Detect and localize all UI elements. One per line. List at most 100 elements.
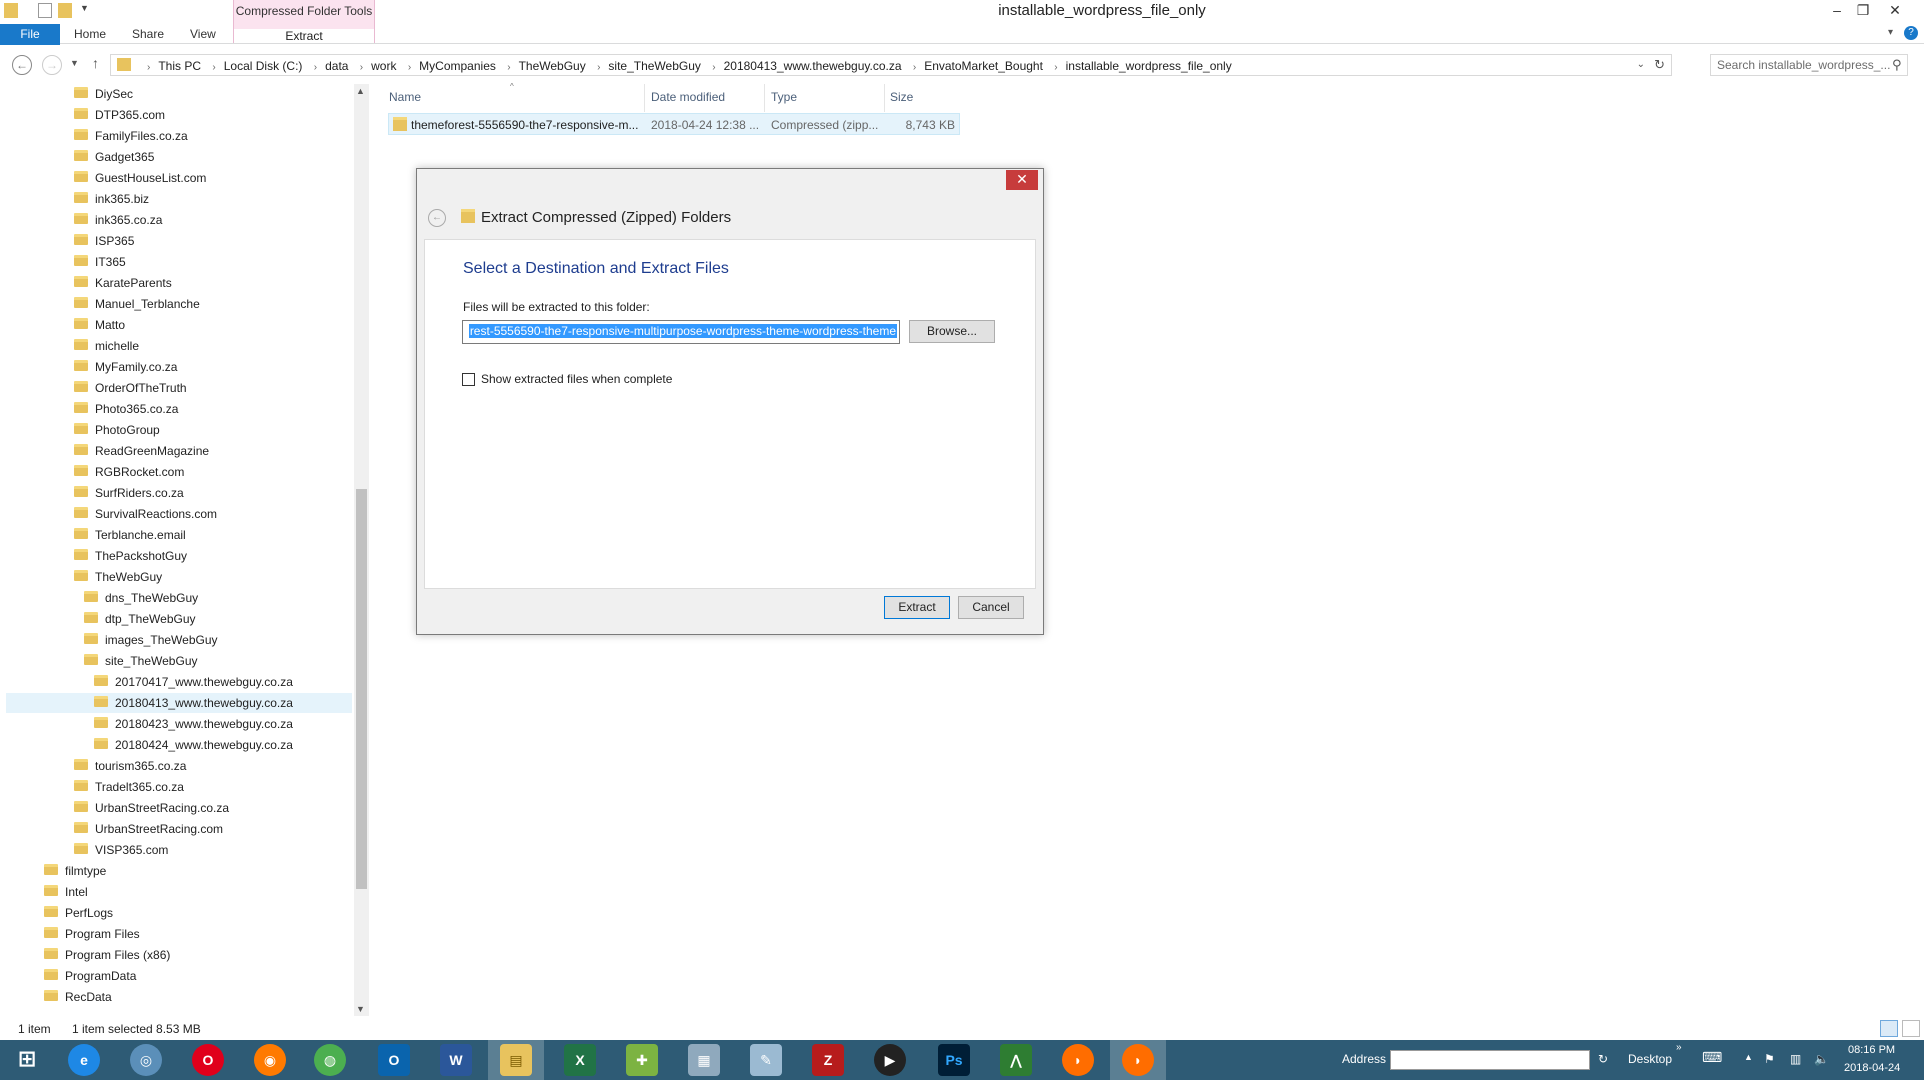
tree-item[interactable]: ink365.biz bbox=[74, 189, 354, 209]
address-bar[interactable]: › This PC › Local Disk (C:) › data › work › M… bbox=[110, 54, 1672, 76]
chrome-icon[interactable]: ◍ bbox=[314, 1044, 346, 1076]
tree-item[interactable]: VISP365.com bbox=[74, 840, 354, 860]
tree-item[interactable]: Terblanche.email bbox=[74, 525, 354, 545]
clock-date[interactable]: 2018-04-24 bbox=[1844, 1062, 1900, 1074]
breadcrumb-item[interactable]: data bbox=[325, 59, 348, 73]
tree-item[interactable]: images_TheWebGuy bbox=[84, 630, 364, 650]
tree-item[interactable]: SurfRiders.co.za bbox=[74, 483, 354, 503]
column-header-size[interactable]: Size bbox=[890, 90, 913, 104]
tree-item[interactable]: 20170417_www.thewebguy.co.za bbox=[94, 672, 374, 692]
tree-item[interactable]: Intel bbox=[44, 882, 324, 902]
tree-item[interactable]: GuestHouseList.com bbox=[74, 168, 354, 188]
tree-item[interactable]: SurvivalReactions.com bbox=[74, 504, 354, 524]
breadcrumb-item[interactable]: MyCompanies bbox=[419, 59, 496, 73]
media-player-icon[interactable]: ▶ bbox=[874, 1044, 906, 1076]
address-dropdown-icon[interactable]: ⌄ bbox=[1637, 59, 1645, 70]
column-header-date-modified[interactable]: Date modified bbox=[651, 90, 725, 104]
calculator-icon[interactable]: ▦ bbox=[688, 1044, 720, 1076]
volume-icon[interactable]: 🔈 bbox=[1814, 1052, 1829, 1066]
tree-item[interactable]: DTP365.com bbox=[74, 105, 354, 125]
app-icon[interactable]: ◗ bbox=[1062, 1044, 1094, 1076]
scrollbar-thumb[interactable] bbox=[356, 489, 367, 889]
breadcrumb-item[interactable]: EnvatoMarket_Bought bbox=[924, 59, 1043, 73]
breadcrumb-item[interactable]: installable_wordpress_file_only bbox=[1066, 59, 1232, 73]
app-icon[interactable]: ◗ bbox=[1122, 1044, 1154, 1076]
up-icon[interactable]: ↑ bbox=[92, 55, 99, 71]
outlook-icon[interactable]: O bbox=[378, 1044, 410, 1076]
show-hidden-icons-icon[interactable]: ▲ bbox=[1744, 1052, 1753, 1062]
tree-item[interactable]: Matto bbox=[74, 315, 354, 335]
tree-item[interactable]: PhotoGroup bbox=[74, 420, 354, 440]
tab-file[interactable]: File bbox=[0, 24, 60, 45]
desktop-toolbar-label[interactable]: Desktop bbox=[1628, 1052, 1672, 1066]
tab-home[interactable]: Home bbox=[74, 27, 106, 41]
column-header-type[interactable]: Type bbox=[771, 90, 797, 104]
tree-item[interactable]: RecData bbox=[44, 987, 324, 1007]
tree-item[interactable]: OrderOfTheTruth bbox=[74, 378, 354, 398]
help-icon[interactable]: ? bbox=[1904, 26, 1918, 40]
back-icon[interactable]: ← bbox=[12, 55, 32, 75]
tree-item[interactable]: 20180424_www.thewebguy.co.za bbox=[94, 735, 374, 755]
show-files-checkbox[interactable] bbox=[462, 373, 475, 386]
tree-item[interactable]: filmtype bbox=[44, 861, 324, 881]
tree-item[interactable]: Gadget365 bbox=[74, 147, 354, 167]
tree-item[interactable]: 20180413_www.thewebguy.co.za bbox=[6, 693, 352, 713]
search-input[interactable]: Search installable_wordpress_... bbox=[1710, 54, 1908, 76]
navigation-scrollbar[interactable]: ▲ ▼ bbox=[354, 84, 369, 1016]
scroll-down-icon[interactable]: ▼ bbox=[356, 1004, 365, 1014]
tab-share[interactable]: Share bbox=[132, 27, 164, 41]
refresh-icon[interactable]: ↻ bbox=[1598, 1052, 1608, 1066]
browse-button[interactable]: Browse... bbox=[909, 320, 995, 343]
destination-input[interactable]: rest-5556590-the7-responsive-multipurpos… bbox=[462, 320, 900, 344]
breadcrumb-item[interactable]: work bbox=[371, 59, 396, 73]
network-icon[interactable]: ▥ bbox=[1790, 1052, 1801, 1066]
notepad-icon[interactable]: ✎ bbox=[750, 1044, 782, 1076]
tree-item[interactable]: ISP365 bbox=[74, 231, 354, 251]
tree-item[interactable]: Program Files bbox=[44, 924, 324, 944]
tree-item[interactable]: dns_TheWebGuy bbox=[84, 588, 364, 608]
breadcrumb-item[interactable]: This PC bbox=[158, 59, 201, 73]
windows-start-icon[interactable]: ⊞ bbox=[12, 1044, 42, 1076]
tree-item[interactable]: site_TheWebGuy bbox=[84, 651, 364, 671]
refresh-icon[interactable]: ↻ bbox=[1654, 57, 1665, 73]
file-row[interactable]: themeforest-5556590-the7-responsive-m...… bbox=[388, 113, 960, 135]
excel-icon[interactable]: X bbox=[564, 1044, 596, 1076]
tree-item[interactable]: IT365 bbox=[74, 252, 354, 272]
tree-item[interactable]: KarateParents bbox=[74, 273, 354, 293]
tree-item[interactable]: Photo365.co.za bbox=[74, 399, 354, 419]
tree-item[interactable]: Tradelt365.co.za bbox=[74, 777, 354, 797]
tree-item[interactable]: ProgramData bbox=[44, 966, 324, 986]
file-explorer-icon[interactable]: ▤ bbox=[500, 1044, 532, 1076]
tree-item[interactable]: FamilyFiles.co.za bbox=[74, 126, 354, 146]
back-icon[interactable]: ← bbox=[428, 209, 446, 227]
keyboard-icon[interactable]: ⌨ bbox=[1702, 1049, 1722, 1066]
large-icons-view-icon[interactable] bbox=[1902, 1020, 1920, 1037]
tab-view[interactable]: View bbox=[190, 27, 216, 41]
word-icon[interactable]: W bbox=[440, 1044, 472, 1076]
forward-icon[interactable]: → bbox=[42, 55, 62, 75]
internet-explorer-icon[interactable]: e bbox=[68, 1044, 100, 1076]
safari-icon[interactable]: ◎ bbox=[130, 1044, 162, 1076]
restore-button[interactable]: ❐ bbox=[1848, 2, 1878, 19]
breadcrumb-item[interactable]: 20180413_www.thewebguy.co.za bbox=[724, 59, 902, 73]
details-view-icon[interactable] bbox=[1880, 1020, 1898, 1037]
tree-item[interactable]: ThePackshotGuy bbox=[74, 546, 354, 566]
tree-item[interactable]: ReadGreenMagazine bbox=[74, 441, 354, 461]
tree-item[interactable]: michelle bbox=[74, 336, 354, 356]
tree-item[interactable]: UrbanStreetRacing.co.za bbox=[74, 798, 354, 818]
cancel-button[interactable]: Cancel bbox=[958, 596, 1024, 619]
scroll-up-icon[interactable]: ▲ bbox=[356, 86, 365, 96]
tree-item[interactable]: 20180423_www.thewebguy.co.za bbox=[94, 714, 374, 734]
tree-item[interactable]: ink365.co.za bbox=[74, 210, 354, 230]
chevron-right-icon[interactable]: » bbox=[1676, 1042, 1682, 1053]
taskbar-address-input[interactable] bbox=[1390, 1050, 1590, 1070]
breadcrumb-item[interactable]: site_TheWebGuy bbox=[608, 59, 701, 73]
tree-item[interactable]: MyFamily.co.za bbox=[74, 357, 354, 377]
tree-item[interactable]: DiySec bbox=[74, 84, 354, 104]
expand-ribbon-icon[interactable]: ▾ bbox=[1888, 27, 1893, 38]
clock-time[interactable]: 08:16 PM bbox=[1848, 1044, 1895, 1056]
tree-item[interactable]: RGBRocket.com bbox=[74, 462, 354, 482]
tree-item[interactable]: tourism365.co.za bbox=[74, 756, 354, 776]
filezilla-icon[interactable]: Z bbox=[812, 1044, 844, 1076]
flag-icon[interactable]: ⚑ bbox=[1764, 1052, 1775, 1066]
